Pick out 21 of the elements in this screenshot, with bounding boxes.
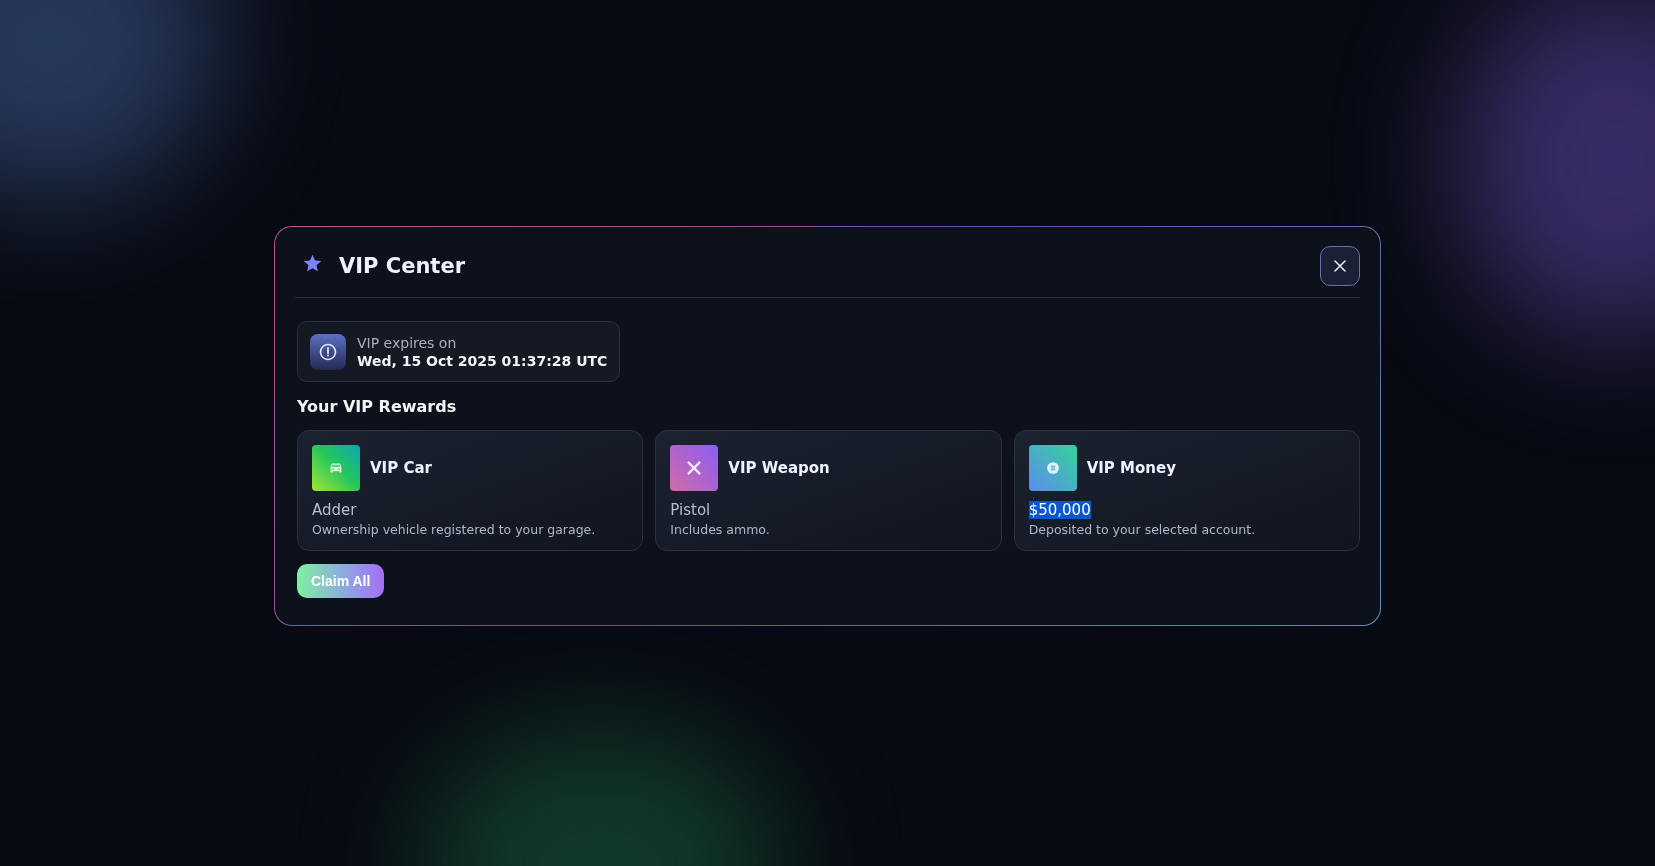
- star-icon: [302, 252, 323, 274]
- dialog-title: VIP Center: [339, 254, 466, 278]
- reward-description: Deposited to your selected account.: [1028, 522, 1257, 537]
- close-button[interactable]: [1320, 246, 1360, 286]
- reward-value: Adder: [312, 501, 357, 519]
- reward-value: $50,000: [1028, 501, 1091, 519]
- expiry-date: Wed, 15 Oct 2025 01:37:28 UTC: [357, 353, 608, 369]
- reward-icon: [670, 445, 719, 491]
- expiry-label: VIP expires on: [357, 335, 458, 351]
- reward-title: VIP Weapon: [728, 459, 830, 477]
- section-heading: Your VIP Rewards: [297, 397, 458, 416]
- reward-title: VIP Money: [1086, 459, 1176, 477]
- reward-icon: [1028, 445, 1077, 491]
- reward-title: VIP Car: [370, 459, 432, 477]
- claim-all-button[interactable]: Claim All: [297, 564, 385, 598]
- reward-description: Includes ammo.: [670, 522, 771, 537]
- reward-icon: [312, 445, 360, 491]
- close-icon: [1332, 258, 1348, 274]
- reward-description: Ownership vehicle registered to your garage.: [312, 522, 597, 537]
- reward-value: Pistol: [670, 501, 711, 519]
- info-icon: [310, 334, 346, 370]
